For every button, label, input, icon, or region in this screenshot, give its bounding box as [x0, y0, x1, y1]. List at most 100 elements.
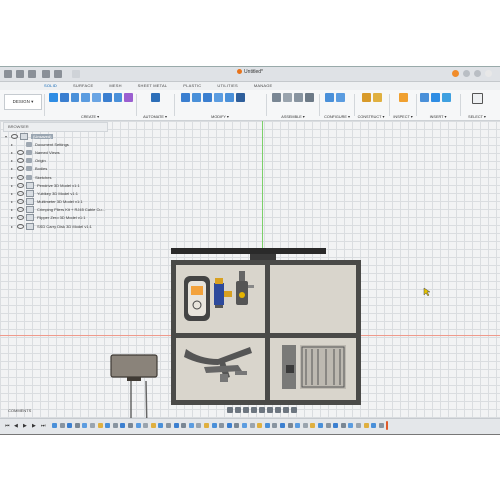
- timeline-feature-icon[interactable]: [295, 423, 301, 428]
- expand-icon[interactable]: ▸: [11, 166, 15, 171]
- browser-item[interactable]: ▸ Multimeter 3D Model v1:1: [3, 198, 108, 206]
- automate-group-label[interactable]: AUTOMATE ▾: [139, 114, 171, 119]
- timeline-feature-icon[interactable]: [112, 423, 118, 428]
- job-status-icon[interactable]: [463, 70, 470, 77]
- timeline-feature-icon[interactable]: [82, 423, 88, 428]
- timeline-feature-icon[interactable]: [97, 423, 103, 428]
- timeline-feature-icon[interactable]: [325, 423, 331, 428]
- expand-icon[interactable]: ▸: [11, 175, 15, 180]
- zoom-icon[interactable]: [251, 406, 257, 413]
- timeline-feature-icon[interactable]: [181, 423, 187, 428]
- press-pull-icon[interactable]: [181, 93, 190, 102]
- timeline-feature-icon[interactable]: [318, 423, 323, 428]
- plane-icon[interactable]: [362, 93, 371, 102]
- timeline-feature-icon[interactable]: [204, 423, 209, 428]
- eye-icon[interactable]: [17, 223, 24, 229]
- insert-svg-icon[interactable]: [431, 93, 440, 102]
- timeline-feature-icon[interactable]: [67, 423, 73, 428]
- timeline-feature-icon[interactable]: [166, 423, 171, 428]
- select-arrow-icon[interactable]: [471, 93, 483, 104]
- look-at-icon[interactable]: [235, 406, 241, 413]
- timeline-feature-icon[interactable]: [280, 423, 285, 428]
- grid-settings-icon[interactable]: [275, 406, 281, 413]
- automate-icon[interactable]: [150, 93, 160, 102]
- timeline-feature-icon[interactable]: [340, 423, 346, 428]
- timeline-feature-icon[interactable]: [158, 423, 164, 428]
- tab-mesh[interactable]: MESH: [101, 81, 129, 90]
- browser-item[interactable]: ▸ Flipper Zero 3D Model v1:1: [3, 214, 108, 222]
- modify-group-label[interactable]: MODIFY ▾: [177, 114, 263, 119]
- box-icon[interactable]: [102, 93, 112, 102]
- shell-icon[interactable]: [214, 93, 223, 102]
- browser-item[interactable]: ▸ Origin: [3, 157, 108, 165]
- tab-sheet-metal[interactable]: SHEET METAL: [130, 81, 176, 90]
- timeline-feature-icon[interactable]: [90, 423, 95, 428]
- insert-mesh-icon[interactable]: [420, 93, 429, 102]
- tab-manage[interactable]: MANAGE: [246, 81, 281, 90]
- expand-icon[interactable]: ▸: [11, 183, 15, 188]
- select-group-label[interactable]: SELECT ▾: [462, 114, 492, 119]
- timeline-feature-icon[interactable]: [257, 423, 263, 428]
- timeline-feature-icon[interactable]: [272, 423, 278, 428]
- viewports-icon[interactable]: [283, 406, 289, 413]
- browser-item[interactable]: ▸ Crimping Pliers Kit + RJ45 Cable Cu…: [3, 206, 108, 214]
- expand-icon[interactable]: ▸: [11, 150, 15, 155]
- go-to-start-icon[interactable]: ⏮: [5, 423, 10, 429]
- go-to-end-icon[interactable]: ⏭: [41, 423, 46, 429]
- collapse-icon[interactable]: ▾: [5, 134, 9, 139]
- orbit-icon[interactable]: [227, 406, 233, 413]
- table-icon[interactable]: [336, 93, 345, 102]
- tab-plastic[interactable]: PLASTIC: [175, 81, 209, 90]
- design-canvas[interactable]: BROWSER ▾ (Unsaved) ▸ Document Settings ▸ N…: [0, 121, 500, 434]
- browser-item[interactable]: ▸ Document Settings: [3, 140, 108, 148]
- browser-item[interactable]: ▸ Bodies: [3, 165, 108, 173]
- timeline-feature-icon[interactable]: [249, 423, 255, 428]
- timeline-feature-icon[interactable]: [302, 423, 308, 428]
- timeline-feature-icon[interactable]: [219, 423, 225, 428]
- timeline-feature-icon[interactable]: [52, 423, 57, 428]
- eye-icon[interactable]: [17, 199, 24, 205]
- create-group-label[interactable]: CREATE ▾: [47, 114, 133, 119]
- configure-group-label[interactable]: CONFIGURE ▾: [322, 114, 352, 119]
- timeline-feature-icon[interactable]: [234, 423, 240, 428]
- move-icon[interactable]: [236, 93, 245, 102]
- measure-icon[interactable]: [398, 93, 408, 102]
- eye-icon[interactable]: [17, 182, 24, 188]
- timeline-feature-icon[interactable]: [120, 423, 126, 428]
- timeline-feature-icon[interactable]: [196, 423, 202, 428]
- eye-icon[interactable]: [17, 215, 24, 221]
- pan-icon[interactable]: [243, 406, 249, 413]
- notification-icon[interactable]: [452, 70, 459, 77]
- expand-icon[interactable]: ▸: [11, 191, 15, 196]
- axis-icon[interactable]: [373, 93, 382, 102]
- configure-icon[interactable]: [325, 93, 334, 102]
- as-built-joint-icon[interactable]: [294, 93, 303, 102]
- sweep-icon[interactable]: [81, 93, 90, 102]
- step-back-icon[interactable]: ◀: [14, 423, 18, 429]
- timeline-feature-icon[interactable]: [310, 423, 316, 428]
- timeline-feature-icon[interactable]: [173, 423, 179, 428]
- assemble-group-label[interactable]: ASSEMBLE ▾: [269, 114, 317, 119]
- timeline-feature-icon[interactable]: [348, 423, 354, 428]
- display-settings-icon[interactable]: [267, 406, 273, 413]
- timeline-feature-icon[interactable]: [378, 423, 384, 428]
- tab-utilities[interactable]: UTILITIES: [209, 81, 245, 90]
- fit-icon[interactable]: [259, 406, 265, 413]
- browser-item[interactable]: ▸ Pendrive 3D Model v1:1: [3, 181, 108, 189]
- timeline-feature-icon[interactable]: [242, 423, 247, 428]
- timeline-feature-icon[interactable]: [356, 423, 361, 428]
- timeline-feature-icon[interactable]: [371, 423, 377, 428]
- timeline-feature-icon[interactable]: [287, 423, 293, 428]
- eye-icon[interactable]: [17, 207, 24, 213]
- eye-icon[interactable]: [17, 190, 24, 196]
- insert-group-label[interactable]: INSERT ▾: [418, 114, 458, 119]
- rigid-group-icon[interactable]: [305, 93, 314, 102]
- timeline-feature-icon[interactable]: [264, 423, 270, 428]
- expand-icon[interactable]: ▸: [11, 142, 15, 147]
- expand-icon[interactable]: ▸: [11, 224, 15, 229]
- timeline-feature-icon[interactable]: [150, 423, 156, 428]
- timeline-feature-icon[interactable]: [333, 423, 339, 428]
- construct-group-label[interactable]: CONSTRUCT ▾: [356, 114, 386, 119]
- play-icon[interactable]: ▶: [23, 423, 27, 429]
- box-lid[interactable]: [171, 248, 326, 254]
